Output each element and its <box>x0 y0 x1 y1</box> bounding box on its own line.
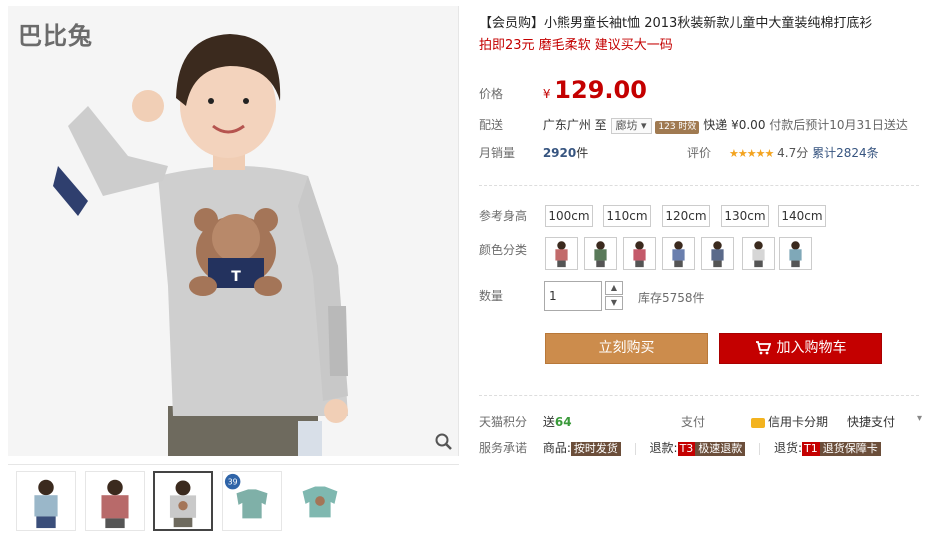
color-option-6[interactable] <box>742 237 775 270</box>
thumbnail-5[interactable] <box>290 471 350 531</box>
size-label: 参考身高 <box>479 209 528 223</box>
color-option-5[interactable] <box>701 237 734 270</box>
destination-value: 廊坊 <box>615 119 638 132</box>
goods-prefix: 商品: <box>542 441 571 455</box>
service-label: 服务承诺 <box>479 441 528 455</box>
svg-text:T: T <box>231 269 241 285</box>
quantity-label: 数量 <box>479 289 504 303</box>
review-count-link[interactable]: 累计2824条 <box>812 146 879 160</box>
size-option-130[interactable]: 130cm <box>721 205 769 227</box>
color-option-1[interactable] <box>545 237 578 270</box>
add-to-cart-label: 加入购物车 <box>776 340 847 356</box>
promo-text: 拍即23元 磨毛柔软 建议买大一码 <box>479 38 673 53</box>
shipping-row: 配送 广东广州 至 廊坊 ▾ 123 时效 快递 ¥0.00 付款后预计10月3… <box>479 116 908 134</box>
size-option-100[interactable]: 100cm <box>545 205 593 227</box>
quantity-up-arrow-icon[interactable]: ▲ <box>605 281 623 295</box>
size-row: 参考身高 100cm 110cm 120cm 130cm 140cm <box>479 205 919 229</box>
payment-label: 支付 <box>681 415 706 429</box>
quick-pay-label: 快捷支付 <box>847 415 896 429</box>
return-prefix: 退货: <box>773 441 802 455</box>
color-option-2[interactable] <box>584 237 617 270</box>
main-product-image[interactable]: T 巴比兔 <box>8 6 459 456</box>
chevron-down-icon: ▾ <box>641 119 647 132</box>
sales-unit: 件 <box>576 146 589 160</box>
svg-text:39: 39 <box>228 478 238 487</box>
sales-label: 月销量 <box>479 146 516 160</box>
product-gallery: T 巴比兔 39 <box>8 6 459 536</box>
color-label: 颜色分类 <box>479 243 528 257</box>
quantity-input[interactable] <box>544 281 602 311</box>
brand-logo: 巴比兔 <box>18 22 93 50</box>
product-info: 【会员购】小熊男童长袖t恤 2013秋装新款儿童中大童装纯棉打底衫 拍即23元 … <box>479 14 919 56</box>
cart-icon <box>755 341 771 355</box>
ontime-delivery-tag: 按时发货 <box>570 442 621 456</box>
thumbnail-strip: 39 <box>8 464 459 536</box>
fast-refund-tag: 极速退款 <box>695 442 746 456</box>
buy-now-button[interactable]: 立刻购买 <box>545 333 708 364</box>
magnifier-icon[interactable] <box>434 432 454 452</box>
rating-stars: ★★★★★ <box>729 147 774 160</box>
shipping-label: 配送 <box>479 118 504 132</box>
thumbnail-4[interactable]: 39 <box>222 471 282 531</box>
refund-prefix: 退款: <box>649 441 678 455</box>
refund-code-badge: T3 <box>677 442 696 456</box>
points-prefix: 送 <box>542 415 555 429</box>
credit-card-icon <box>751 417 765 428</box>
currency-symbol: ¥ <box>542 87 551 101</box>
rating-score: 4.7分 <box>777 146 809 160</box>
price-row: 价格 ¥ 129.00 <box>479 76 647 104</box>
ship-method: 快递 <box>703 118 728 132</box>
thumbnail-3-selected[interactable] <box>153 471 213 531</box>
points-payment-row: 天猫积分 送64 支付 信用卡分期 快捷支付 ▾ <box>479 413 922 430</box>
size-option-140[interactable]: 140cm <box>778 205 826 227</box>
price-value: 129.00 <box>554 76 647 104</box>
points-value: 64 <box>554 415 572 429</box>
credit-card-label: 信用卡分期 <box>768 415 829 429</box>
thumbnail-2[interactable] <box>85 471 145 531</box>
add-to-cart-button[interactable]: 加入购物车 <box>719 333 882 364</box>
quantity-row: 数量 ▲ ▼ 库存5758件 <box>479 281 919 315</box>
sales-value: 2920 <box>542 146 577 160</box>
ship-from: 广东广州 <box>542 118 591 132</box>
boy-in-bear-tshirt-image: T <box>8 6 458 456</box>
return-guarantee-tag: 退货保障卡 <box>819 442 881 456</box>
size-option-110[interactable]: 110cm <box>603 205 651 227</box>
ship-fee: ¥0.00 <box>731 118 766 132</box>
ship-eta: 付款后预计10月31日送达 <box>769 118 908 132</box>
thumbnail-1[interactable] <box>16 471 76 531</box>
product-title: 【会员购】小熊男童长袖t恤 2013秋装新款儿童中大童装纯棉打底衫 <box>479 16 873 31</box>
color-row: 颜色分类 <box>479 237 919 273</box>
separator <box>759 442 761 455</box>
chevron-down-icon[interactable]: ▾ <box>917 413 922 424</box>
stock-count: 库存5758件 <box>638 291 705 305</box>
destination-select[interactable]: 廊坊 ▾ <box>610 118 652 134</box>
divider <box>479 395 919 396</box>
color-option-7[interactable] <box>779 237 812 270</box>
quick-pay-link[interactable]: 快捷支付 <box>847 413 895 430</box>
ship-to-word: 至 <box>594 118 607 132</box>
price-label: 价格 <box>479 87 504 101</box>
separator <box>634 442 636 455</box>
service-row: 服务承诺 商品: 按时发货 退款: T3 极速退款 退货: T1 退货保障卡 <box>479 439 919 456</box>
divider <box>479 185 919 186</box>
color-option-3[interactable] <box>623 237 656 270</box>
color-option-4[interactable] <box>662 237 695 270</box>
points-label: 天猫积分 <box>479 415 528 429</box>
return-code-badge: T1 <box>802 442 820 456</box>
credit-card-installment-link[interactable]: 信用卡分期 <box>751 413 828 430</box>
timing-badge: 123 时效 <box>655 121 700 134</box>
sales-row: 月销量 2920件 评价 ★★★★★ 4.7分 累计2824条 <box>479 144 919 161</box>
rating-label: 评价 <box>687 146 712 160</box>
quantity-down-arrow-icon[interactable]: ▼ <box>605 296 623 310</box>
size-option-120[interactable]: 120cm <box>662 205 710 227</box>
